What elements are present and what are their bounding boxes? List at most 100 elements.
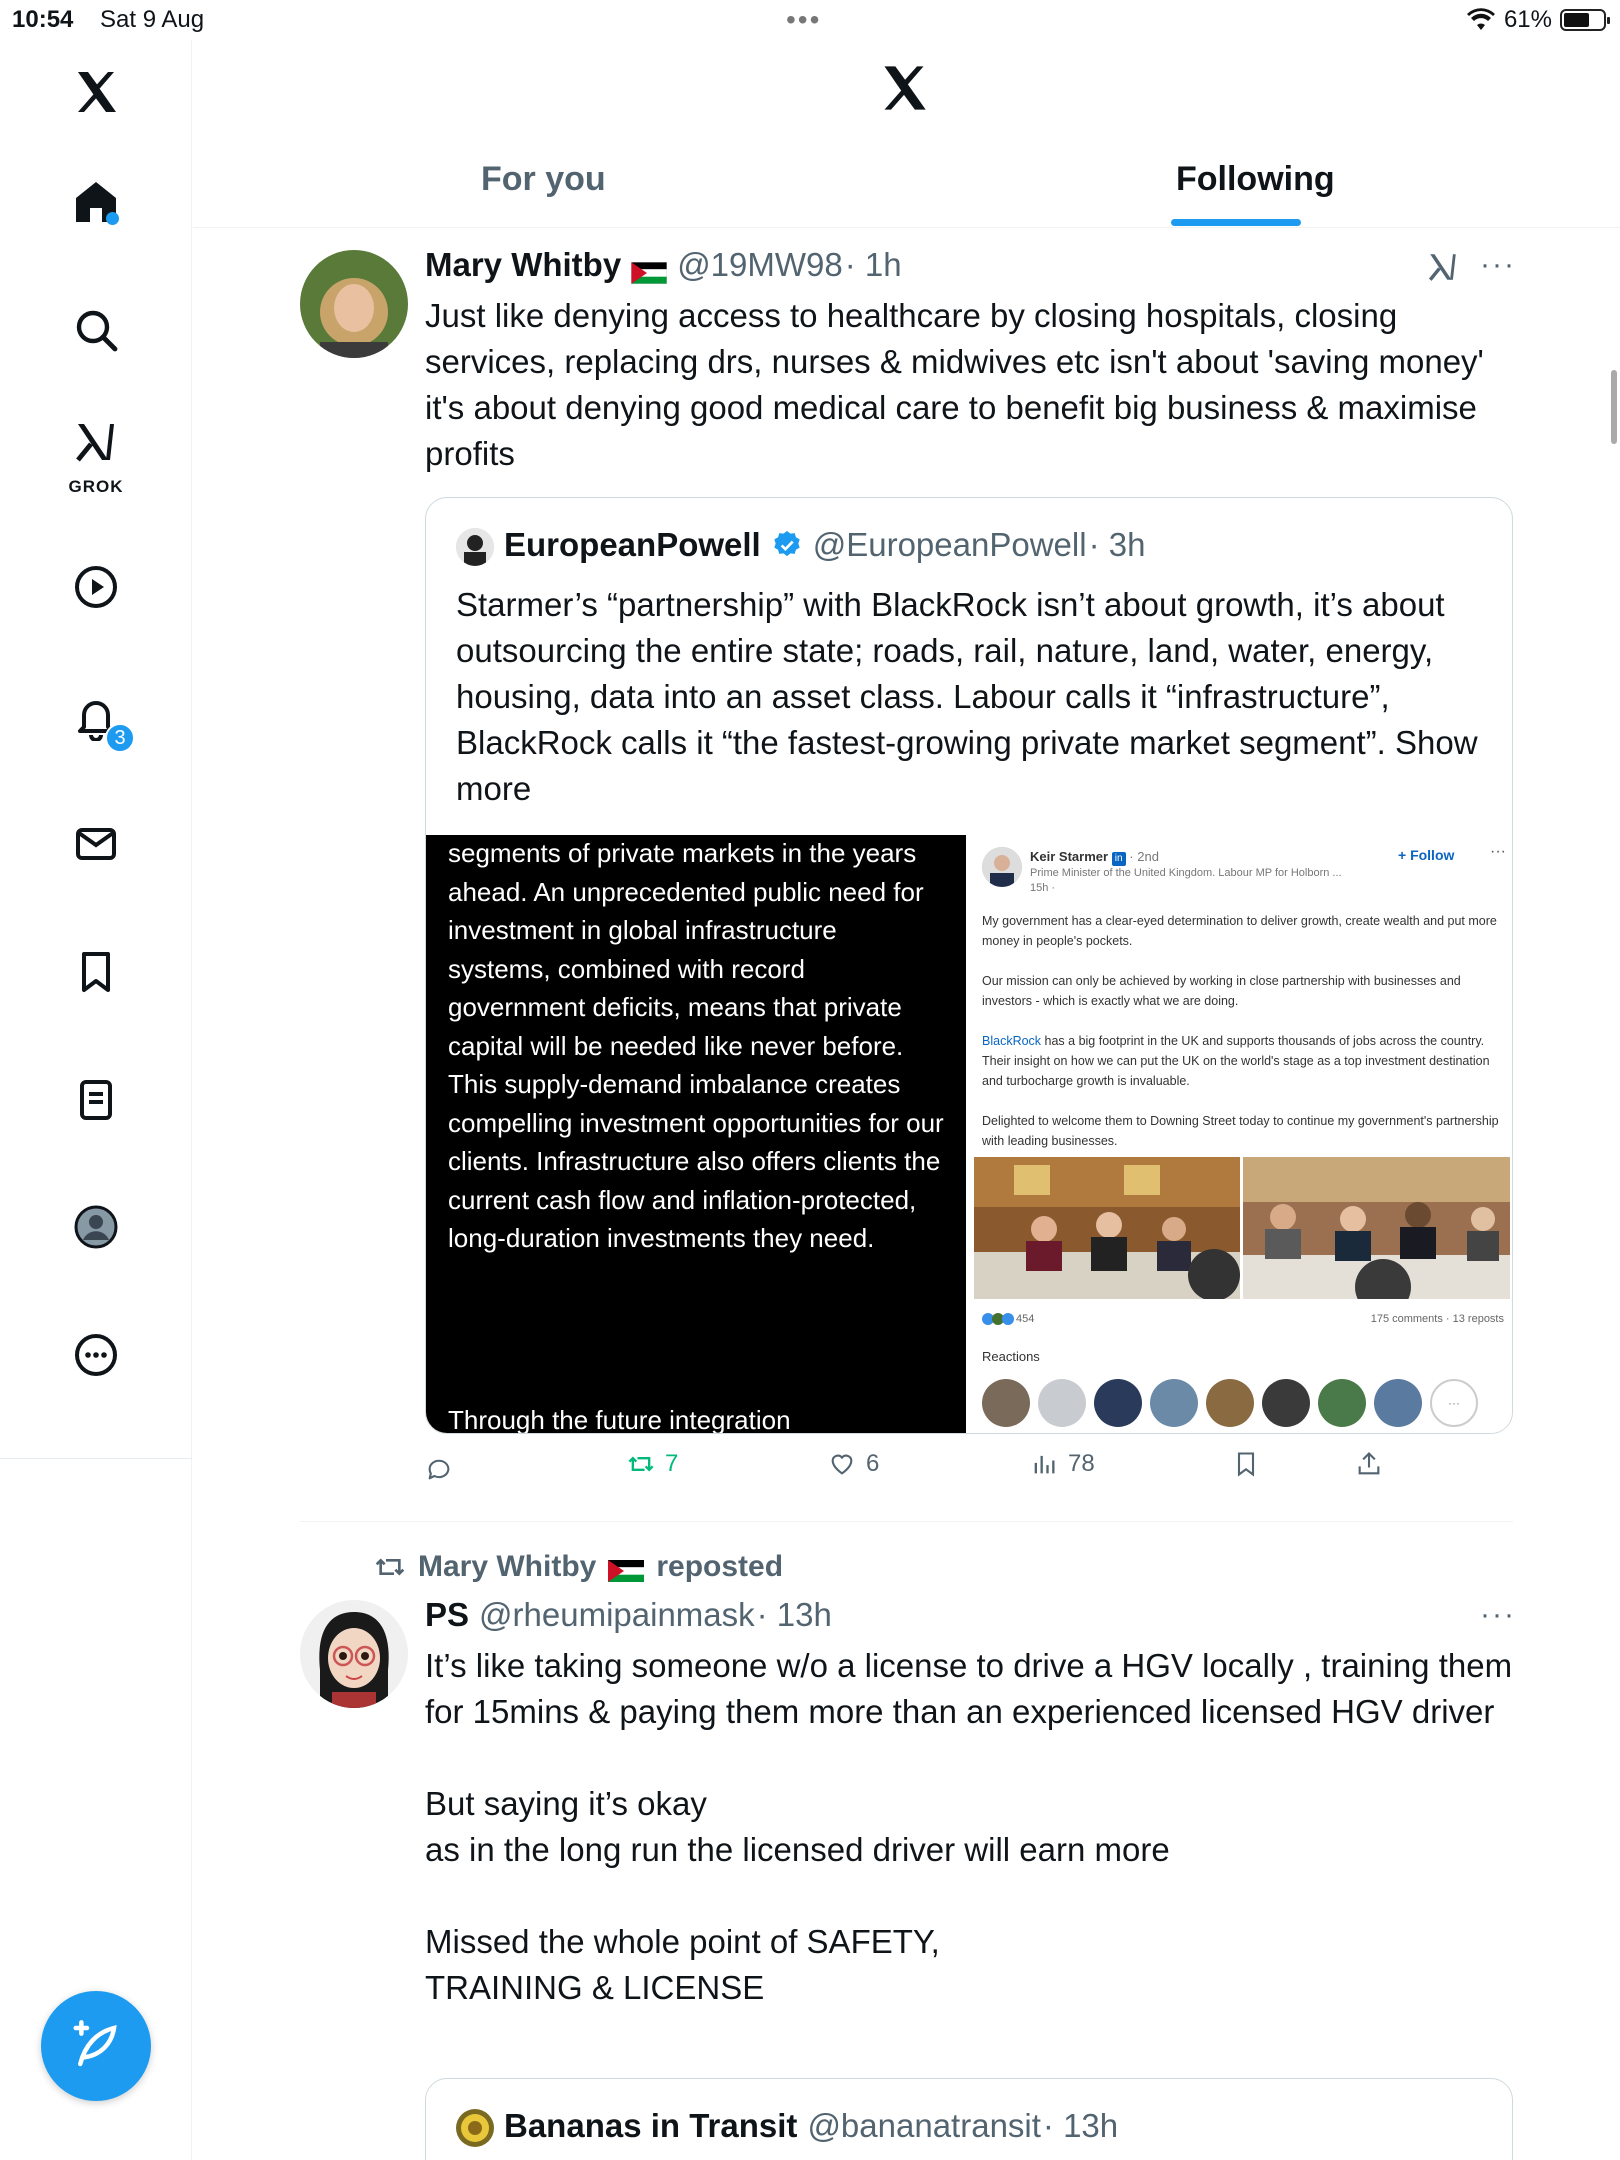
tweet-time[interactable]: · 13h bbox=[757, 1596, 832, 1634]
quote-time: · 3h bbox=[1088, 526, 1146, 563]
reposted-label: reposted bbox=[656, 1550, 784, 1583]
reactor-avatar bbox=[1374, 1379, 1422, 1427]
tweet-line: TRAINING & LICENSE bbox=[425, 1969, 765, 2006]
linkedin-p4: Delighted to welcome them to Downing Str… bbox=[982, 1114, 1499, 1148]
linkedin-post-body: My government has a clear-eyed determina… bbox=[982, 911, 1502, 1151]
sidebar-nav: GROK 3 bbox=[0, 40, 192, 2160]
linkedin-subtitle: Prime Minister of the United Kingdom. La… bbox=[1030, 867, 1342, 879]
more-options-icon[interactable] bbox=[64, 1323, 128, 1387]
repost-icon bbox=[628, 1456, 654, 1472]
palestine-flag-icon bbox=[608, 1556, 645, 1582]
status-date: Sat 9 Aug bbox=[100, 6, 205, 33]
reactor-avatar bbox=[1206, 1379, 1254, 1427]
grok-analyze-icon[interactable] bbox=[1426, 250, 1460, 284]
author-name[interactable]: Mary Whitby bbox=[425, 246, 621, 284]
notifications-badge: 3 bbox=[105, 723, 135, 753]
linkedin-icon: in bbox=[1111, 852, 1126, 866]
media-quote-text: segments of private markets in the years… bbox=[448, 838, 944, 1253]
home-icon[interactable] bbox=[64, 170, 128, 234]
views-button[interactable]: 78 bbox=[1030, 1450, 1095, 1478]
tweet-text: It’s like taking someone w/o a license t… bbox=[425, 1643, 1525, 2011]
author-handle[interactable]: @rheumipainmask bbox=[479, 1596, 755, 1634]
status-bar: 10:54 Sat 9 Aug ••• 61% bbox=[0, 0, 1620, 40]
grok-label: GROK bbox=[68, 477, 124, 496]
quote-avatar bbox=[456, 2109, 494, 2147]
author-handle[interactable]: @19MW98 bbox=[677, 246, 843, 284]
like-button[interactable]: 6 bbox=[828, 1450, 879, 1478]
linkedin-p3-wrap: BlackRock has a big footprint in the UK … bbox=[982, 1031, 1502, 1091]
linkedin-reactions-summary: 454 bbox=[982, 1313, 1034, 1325]
tweet-line: But saying it’s okay bbox=[425, 1785, 707, 1822]
multitasking-dots[interactable]: ••• bbox=[786, 4, 821, 36]
scrollbar[interactable] bbox=[1611, 370, 1617, 444]
tweet-time[interactable]: · 1h bbox=[845, 246, 902, 284]
reply-button[interactable] bbox=[425, 1455, 463, 1483]
tweet-more-icon[interactable]: ··· bbox=[1480, 248, 1516, 282]
quote-media-text-image[interactable]: segments of private markets in the years… bbox=[426, 835, 966, 1433]
tweet-author-line: Mary Whitby @19MW98 · 1h bbox=[425, 246, 902, 285]
repost-context-icon bbox=[375, 1558, 405, 1576]
status-time: 10:54 bbox=[12, 6, 74, 33]
reactor-avatar bbox=[1318, 1379, 1366, 1427]
timeline-header: For you Following bbox=[193, 40, 1620, 228]
quote-author-name: EuropeanPowell bbox=[504, 526, 761, 563]
linkedin-photos bbox=[974, 1157, 1510, 1299]
wifi-icon bbox=[1466, 8, 1495, 30]
linkedin-follow: + Follow bbox=[1398, 847, 1455, 863]
linkedin-p3: has a big footprint in the UK and suppor… bbox=[982, 1034, 1490, 1088]
repost-context: Mary Whitby reposted bbox=[374, 1550, 783, 1584]
quoted-tweet[interactable]: Bananas in Transit @bananatransit · 13h bbox=[425, 2078, 1513, 2160]
reposter-name[interactable]: Mary Whitby bbox=[418, 1550, 596, 1584]
battery-percent: 61% bbox=[1503, 6, 1552, 33]
quote-time: · 13h bbox=[1042, 2107, 1119, 2144]
tab-following[interactable]: Following bbox=[1176, 160, 1335, 199]
quoted-tweet[interactable]: EuropeanPowell @EuropeanPowell · 3h Star… bbox=[425, 497, 1513, 1434]
quote-text-body: Starmer’s “partnership” with BlackRock i… bbox=[456, 586, 1445, 761]
x-logo-icon[interactable] bbox=[64, 60, 128, 124]
tweet-text: Just like denying access to healthcare b… bbox=[425, 297, 1484, 472]
quote-media-linkedin-screenshot[interactable]: Keir Starmer in · 2nd Prime Minister of … bbox=[968, 835, 1512, 1433]
profile-icon[interactable] bbox=[64, 1195, 128, 1259]
video-icon[interactable] bbox=[64, 555, 128, 619]
like-heart-icon bbox=[831, 1454, 853, 1475]
avatar[interactable] bbox=[300, 1600, 408, 1708]
linkedin-avatar bbox=[982, 847, 1022, 887]
palestine-flag-icon bbox=[630, 254, 668, 285]
linkedin-degree: · 2nd bbox=[1129, 849, 1159, 864]
active-tab-indicator bbox=[1171, 219, 1301, 226]
compose-button[interactable] bbox=[41, 1991, 151, 2101]
quote-author-line: EuropeanPowell @EuropeanPowell · 3h bbox=[504, 526, 1145, 564]
reactor-avatar bbox=[1038, 1379, 1086, 1427]
tweet-more-icon[interactable]: ··· bbox=[1480, 1598, 1516, 1632]
lists-icon[interactable] bbox=[64, 1068, 128, 1132]
bookmarks-icon[interactable] bbox=[64, 940, 128, 1004]
linkedin-reactions-count: 454 bbox=[1016, 1313, 1035, 1325]
author-name[interactable]: PS bbox=[425, 1596, 469, 1634]
quote-author-handle: @EuropeanPowell bbox=[812, 526, 1087, 563]
linkedin-comments-count: 175 comments · 13 reposts bbox=[1370, 1313, 1504, 1325]
messages-icon[interactable] bbox=[64, 812, 128, 876]
reactor-avatar bbox=[982, 1379, 1030, 1427]
quote-text: Starmer’s “partnership” with BlackRock i… bbox=[456, 582, 1496, 812]
tweet-line: as in the long run the licensed driver w… bbox=[425, 1831, 1170, 1868]
repost-button[interactable]: 7 bbox=[627, 1450, 678, 1478]
linkedin-reactions-label: Reactions bbox=[982, 1349, 1040, 1364]
verified-badge-icon bbox=[774, 531, 800, 557]
linkedin-blackrock-link: BlackRock bbox=[982, 1034, 1042, 1048]
quote-author-line: Bananas in Transit @bananatransit · 13h bbox=[504, 2107, 1118, 2145]
share-button[interactable] bbox=[1355, 1450, 1383, 1478]
linkedin-age: 15h · bbox=[1030, 882, 1056, 894]
avatar[interactable] bbox=[300, 250, 408, 358]
tab-for-you[interactable]: For you bbox=[481, 160, 606, 199]
tweet-divider bbox=[300, 1521, 1513, 1522]
like-count: 6 bbox=[866, 1450, 880, 1477]
x-header-logo-icon[interactable] bbox=[878, 62, 930, 114]
reactor-avatar bbox=[1262, 1379, 1310, 1427]
bookmark-button[interactable] bbox=[1232, 1450, 1260, 1478]
grok-icon[interactable] bbox=[64, 410, 128, 474]
search-icon[interactable] bbox=[64, 298, 128, 362]
tweet-line: Missed the whole point of SAFETY, bbox=[425, 1923, 940, 1960]
compose-feather-icon bbox=[73, 2020, 117, 2067]
